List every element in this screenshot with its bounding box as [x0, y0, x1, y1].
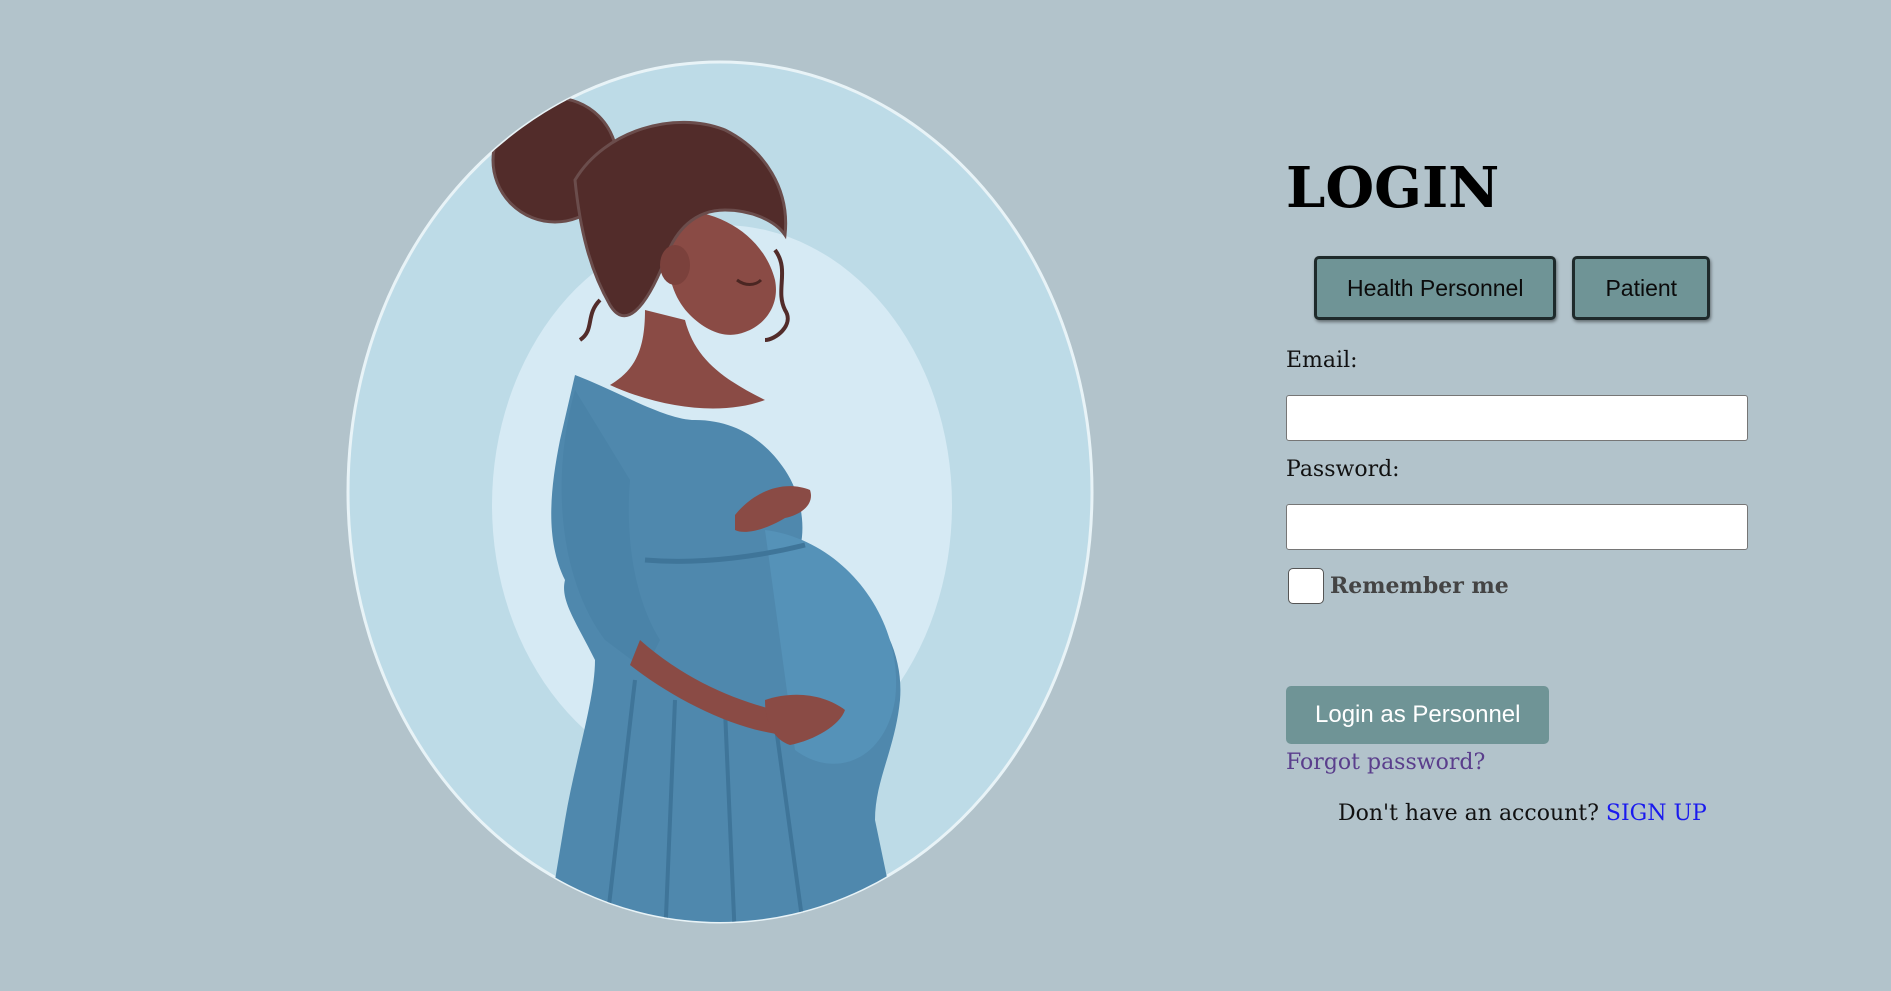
remember-me-label: Remember me [1330, 573, 1509, 599]
patient-button[interactable]: Patient [1572, 256, 1711, 320]
health-personnel-button[interactable]: Health Personnel [1314, 256, 1557, 320]
email-label: Email: [1286, 348, 1358, 373]
illustration-svg [346, 60, 1094, 924]
remember-me-checkbox[interactable] [1288, 568, 1324, 604]
password-label: Password: [1286, 457, 1400, 482]
login-button[interactable]: Login as Personnel [1286, 686, 1550, 744]
remember-me-row: Remember me [1286, 568, 1786, 604]
role-selector: Health Personnel Patient [1314, 256, 1786, 320]
forgot-password-link[interactable]: Forgot password? [1286, 750, 1786, 775]
signup-row: Don't have an account? SIGN UP [1338, 801, 1786, 826]
signup-prompt: Don't have an account? [1338, 801, 1599, 826]
email-field[interactable] [1286, 395, 1748, 441]
login-panel: LOGIN Health Personnel Patient Email: Pa… [1286, 150, 1786, 826]
password-field[interactable] [1286, 504, 1748, 550]
login-title: LOGIN [1286, 155, 1500, 221]
pregnant-woman-illustration [345, 60, 1095, 930]
login-page: LOGIN Health Personnel Patient Email: Pa… [0, 0, 1891, 991]
signup-link[interactable]: SIGN UP [1606, 801, 1707, 826]
